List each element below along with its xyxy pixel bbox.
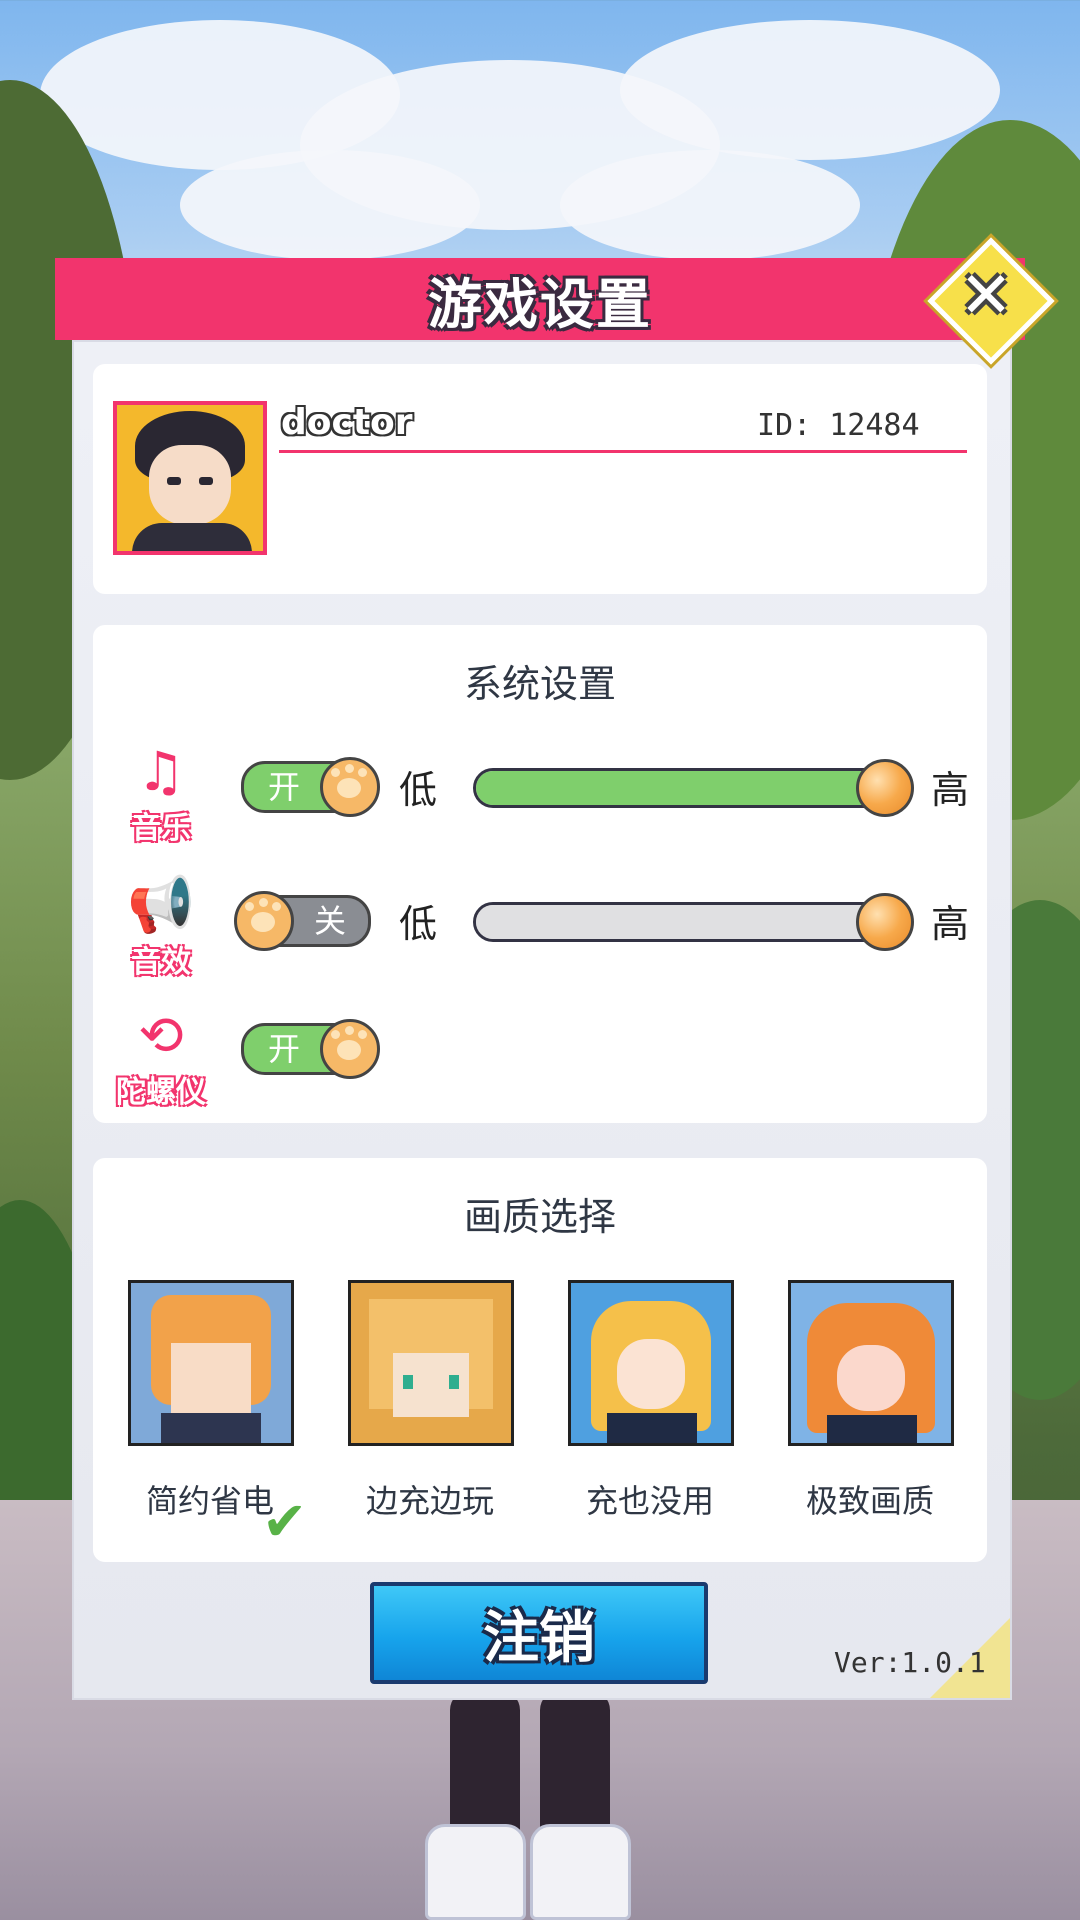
player-name: doctor bbox=[281, 402, 413, 443]
music-slider-fill bbox=[476, 771, 884, 805]
gyroscope-label: 陀螺仪 bbox=[116, 1075, 206, 1110]
quality-thumbnail bbox=[788, 1280, 954, 1446]
system-settings-title: 系统设置 bbox=[463, 662, 616, 706]
quality-title: 画质选择 bbox=[463, 1195, 616, 1239]
sound-effects-slider-fill bbox=[476, 905, 884, 939]
sound-effects-high-label: 高 bbox=[931, 902, 970, 946]
music-toggle-label: 开 bbox=[268, 768, 301, 806]
quality-card: 画质选择 ✔ 简约省电 边充边玩 充也没用 极致画质 bbox=[93, 1158, 987, 1562]
sound-effects-toggle[interactable]: 关 bbox=[234, 891, 371, 951]
music-volume-slider[interactable] bbox=[473, 759, 914, 817]
gyroscope-toggle[interactable]: 开 bbox=[241, 1019, 380, 1079]
quality-option-charge-and-play[interactable]: 边充边玩 bbox=[348, 1280, 514, 1522]
gyroscope-icon: ⟲ 陀螺仪 bbox=[103, 1001, 219, 1111]
gyroscope-toggle-label: 开 bbox=[268, 1030, 301, 1068]
quality-option-charging-useless[interactable]: 充也没用 bbox=[568, 1280, 734, 1522]
sound-effects-slider-knob[interactable] bbox=[856, 893, 914, 951]
version-text: Ver:1.0.1 bbox=[834, 1646, 986, 1679]
quality-thumbnail bbox=[348, 1280, 514, 1446]
sound-effects-label: 音效 bbox=[131, 945, 191, 980]
dialog-title-bar: 游戏设置 bbox=[55, 258, 1025, 340]
sound-effects-toggle-label: 关 bbox=[314, 902, 347, 940]
music-toggle[interactable]: 开 bbox=[241, 757, 380, 817]
system-settings-card: 系统设置 ♫ 音乐 开 低 高 📢 音效 关 低 高 ⟲ 陀螺仪 开 bbox=[93, 625, 987, 1123]
music-slider-knob[interactable] bbox=[856, 759, 914, 817]
player-id: ID: 12484 bbox=[757, 408, 920, 443]
close-button[interactable]: ✕ bbox=[927, 237, 1055, 365]
quality-option-label: 极致画质 bbox=[805, 1482, 934, 1520]
quality-thumbnail bbox=[128, 1280, 294, 1446]
music-icon: ♫ 音乐 bbox=[103, 737, 219, 847]
check-icon: ✔ bbox=[262, 1490, 308, 1553]
name-underline bbox=[279, 450, 967, 453]
logout-button[interactable]: 注销 bbox=[370, 1582, 708, 1684]
music-low-label: 低 bbox=[399, 768, 438, 812]
quality-thumbnail bbox=[568, 1280, 734, 1446]
paw-icon bbox=[234, 891, 294, 951]
profile-card: doctor ID: 12484 bbox=[93, 364, 987, 594]
speaker-icon: 📢 音效 bbox=[103, 871, 219, 981]
quality-option-label: 充也没用 bbox=[585, 1482, 714, 1520]
quality-option-ultimate[interactable]: 极致画质 bbox=[788, 1280, 954, 1522]
music-high-label: 高 bbox=[931, 768, 970, 812]
quality-option-power-saving[interactable]: ✔ 简约省电 bbox=[128, 1280, 307, 1553]
sound-effects-low-label: 低 bbox=[399, 902, 438, 946]
avatar[interactable] bbox=[113, 401, 267, 555]
dialog-title: 游戏设置 bbox=[428, 272, 652, 336]
close-icon: ✕ bbox=[959, 259, 1013, 333]
paw-icon bbox=[320, 1019, 380, 1079]
sound-effects-volume-slider[interactable] bbox=[473, 893, 914, 951]
music-label: 音乐 bbox=[131, 811, 191, 846]
quality-option-label: 边充边玩 bbox=[365, 1482, 494, 1520]
paw-icon bbox=[320, 757, 380, 817]
